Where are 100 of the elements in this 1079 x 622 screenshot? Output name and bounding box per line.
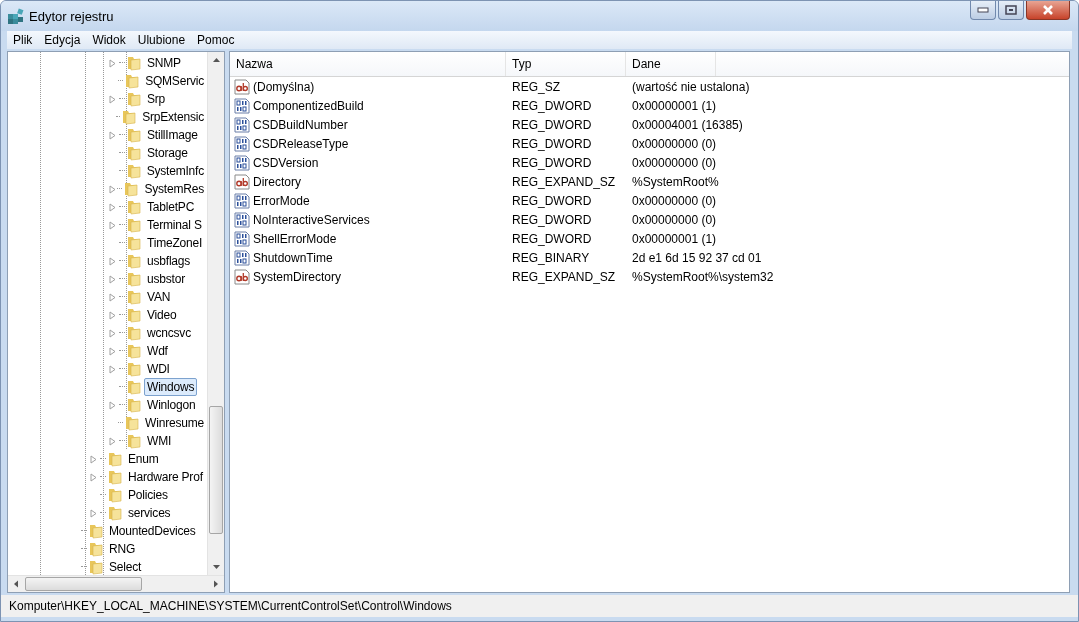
value-data: 0x00000000 (0) xyxy=(631,136,717,151)
value-data: %SystemRoot% xyxy=(631,174,719,189)
value-type: REG_BINARY xyxy=(511,250,591,265)
value-name[interactable]: CSDBuildNumber xyxy=(253,117,348,132)
folder-icon xyxy=(126,433,142,449)
value-type: REG_DWORD xyxy=(511,155,593,170)
close-icon xyxy=(1041,5,1055,15)
expand-arrow-icon[interactable] xyxy=(109,436,116,446)
binary-value-icon xyxy=(234,192,250,209)
value-data: (wartość nie ustalona) xyxy=(631,79,750,94)
expand-arrow-icon[interactable] xyxy=(90,508,97,518)
folder-icon xyxy=(126,289,142,305)
folder-icon xyxy=(125,163,142,179)
binary-value-icon xyxy=(234,135,250,152)
value-type: REG_SZ xyxy=(511,79,561,94)
folder-icon xyxy=(107,469,123,485)
expand-arrow-icon[interactable] xyxy=(109,400,116,410)
value-type: REG_EXPAND_SZ xyxy=(511,269,617,284)
maximize-icon xyxy=(1005,5,1017,15)
value-name[interactable]: Directory xyxy=(253,174,301,189)
value-name[interactable]: NoInteractiveServices xyxy=(253,212,370,227)
menu-item[interactable]: Ulubione xyxy=(131,33,192,47)
menu-item[interactable]: Plik xyxy=(7,33,39,47)
status-bar: Komputer\HKEY_LOCAL_MACHINE\SYSTEM\CurrentControlSet\Control\Windows xyxy=(1,595,1078,617)
column-header[interactable]: Nazwa xyxy=(230,52,506,76)
window-title: Edytor rejestru xyxy=(29,8,114,24)
binary-value-icon xyxy=(234,154,250,171)
folder-icon xyxy=(107,487,123,503)
value-name[interactable]: ErrorMode xyxy=(253,193,310,208)
folder-icon xyxy=(124,73,141,89)
binary-value-icon xyxy=(234,97,250,114)
close-button[interactable] xyxy=(1026,1,1070,20)
folder-icon xyxy=(126,343,142,359)
minimize-icon xyxy=(977,7,989,13)
folder-icon xyxy=(126,235,142,251)
value-data: 0x00000000 (0) xyxy=(631,193,717,208)
expand-arrow-icon[interactable] xyxy=(109,130,116,140)
tree-item[interactable]: Policies xyxy=(125,486,171,504)
folder-icon xyxy=(126,145,142,161)
vertical-scrollbar[interactable] xyxy=(207,52,224,575)
value-data: 2d e1 6d 15 92 37 cd 01 xyxy=(631,250,762,265)
folder-icon xyxy=(126,127,142,143)
value-name[interactable]: SystemDirectory xyxy=(253,269,341,284)
scroll-thumb[interactable] xyxy=(209,406,223,534)
tree-item[interactable]: Windows xyxy=(144,378,198,396)
folder-icon xyxy=(126,325,142,341)
tree-item[interactable]: services xyxy=(125,504,174,522)
folder-icon xyxy=(107,505,123,521)
folder-icon xyxy=(126,379,142,395)
column-header[interactable]: Dane xyxy=(626,52,716,76)
value-name[interactable]: ShellErrorMode xyxy=(253,231,337,246)
folder-icon xyxy=(88,559,104,575)
value-name[interactable]: (Domyślna) xyxy=(253,79,315,94)
value-name[interactable]: CSDReleaseType xyxy=(253,136,349,151)
minimize-button[interactable] xyxy=(970,1,996,20)
maximize-button[interactable] xyxy=(998,1,1024,20)
menu-item[interactable]: Widok xyxy=(86,33,132,47)
registry-app-icon xyxy=(7,7,25,25)
expand-arrow-icon[interactable] xyxy=(109,58,116,68)
folder-icon xyxy=(107,451,123,467)
value-data: 0x00000000 (0) xyxy=(631,155,717,170)
value-name[interactable]: ComponentizedBuild xyxy=(253,98,364,113)
binary-value-icon xyxy=(234,211,250,228)
folder-icon xyxy=(126,397,142,413)
text-value-icon xyxy=(234,78,250,95)
column-header[interactable]: Typ xyxy=(506,52,626,76)
folder-icon xyxy=(88,523,104,539)
value-data: 0x00004001 (16385) xyxy=(631,117,743,132)
binary-value-icon xyxy=(234,249,250,266)
folder-icon xyxy=(124,415,141,431)
folder-icon xyxy=(126,253,142,269)
value-type: REG_EXPAND_SZ xyxy=(511,174,617,189)
menu-item[interactable]: Pomoc xyxy=(191,33,241,47)
tree-item[interactable]: MountedDevices xyxy=(106,522,199,540)
value-type: REG_DWORD xyxy=(511,98,593,113)
tree-item[interactable]: Select xyxy=(106,558,145,575)
value-name[interactable]: ShutdownTime xyxy=(253,250,333,265)
value-data: %SystemRoot%\system32 xyxy=(631,269,774,284)
folder-icon xyxy=(88,541,104,557)
scroll-thumb[interactable] xyxy=(25,577,142,591)
expand-arrow-icon[interactable] xyxy=(109,94,116,104)
folder-icon xyxy=(126,307,142,323)
value-data: 0x00000001 (1) xyxy=(631,231,717,246)
value-type: REG_DWORD xyxy=(511,231,593,246)
menu-item[interactable]: Edycja xyxy=(38,33,87,47)
binary-value-icon xyxy=(234,230,250,247)
horizontal-scrollbar[interactable] xyxy=(8,575,224,592)
value-type: REG_DWORD xyxy=(511,212,593,227)
value-data: 0x00000001 (1) xyxy=(631,98,717,113)
value-data: 0x00000000 (0) xyxy=(631,212,717,227)
tree-item[interactable]: Hardware Prof xyxy=(125,468,206,486)
text-value-icon xyxy=(234,173,250,190)
binary-value-icon xyxy=(234,116,250,133)
folder-icon xyxy=(126,55,142,71)
value-type: REG_DWORD xyxy=(511,193,593,208)
value-type: REG_DWORD xyxy=(511,136,593,151)
folder-icon xyxy=(121,109,138,125)
value-name[interactable]: CSDVersion xyxy=(253,155,319,170)
value-type: REG_DWORD xyxy=(511,117,593,132)
folder-icon xyxy=(126,199,142,215)
